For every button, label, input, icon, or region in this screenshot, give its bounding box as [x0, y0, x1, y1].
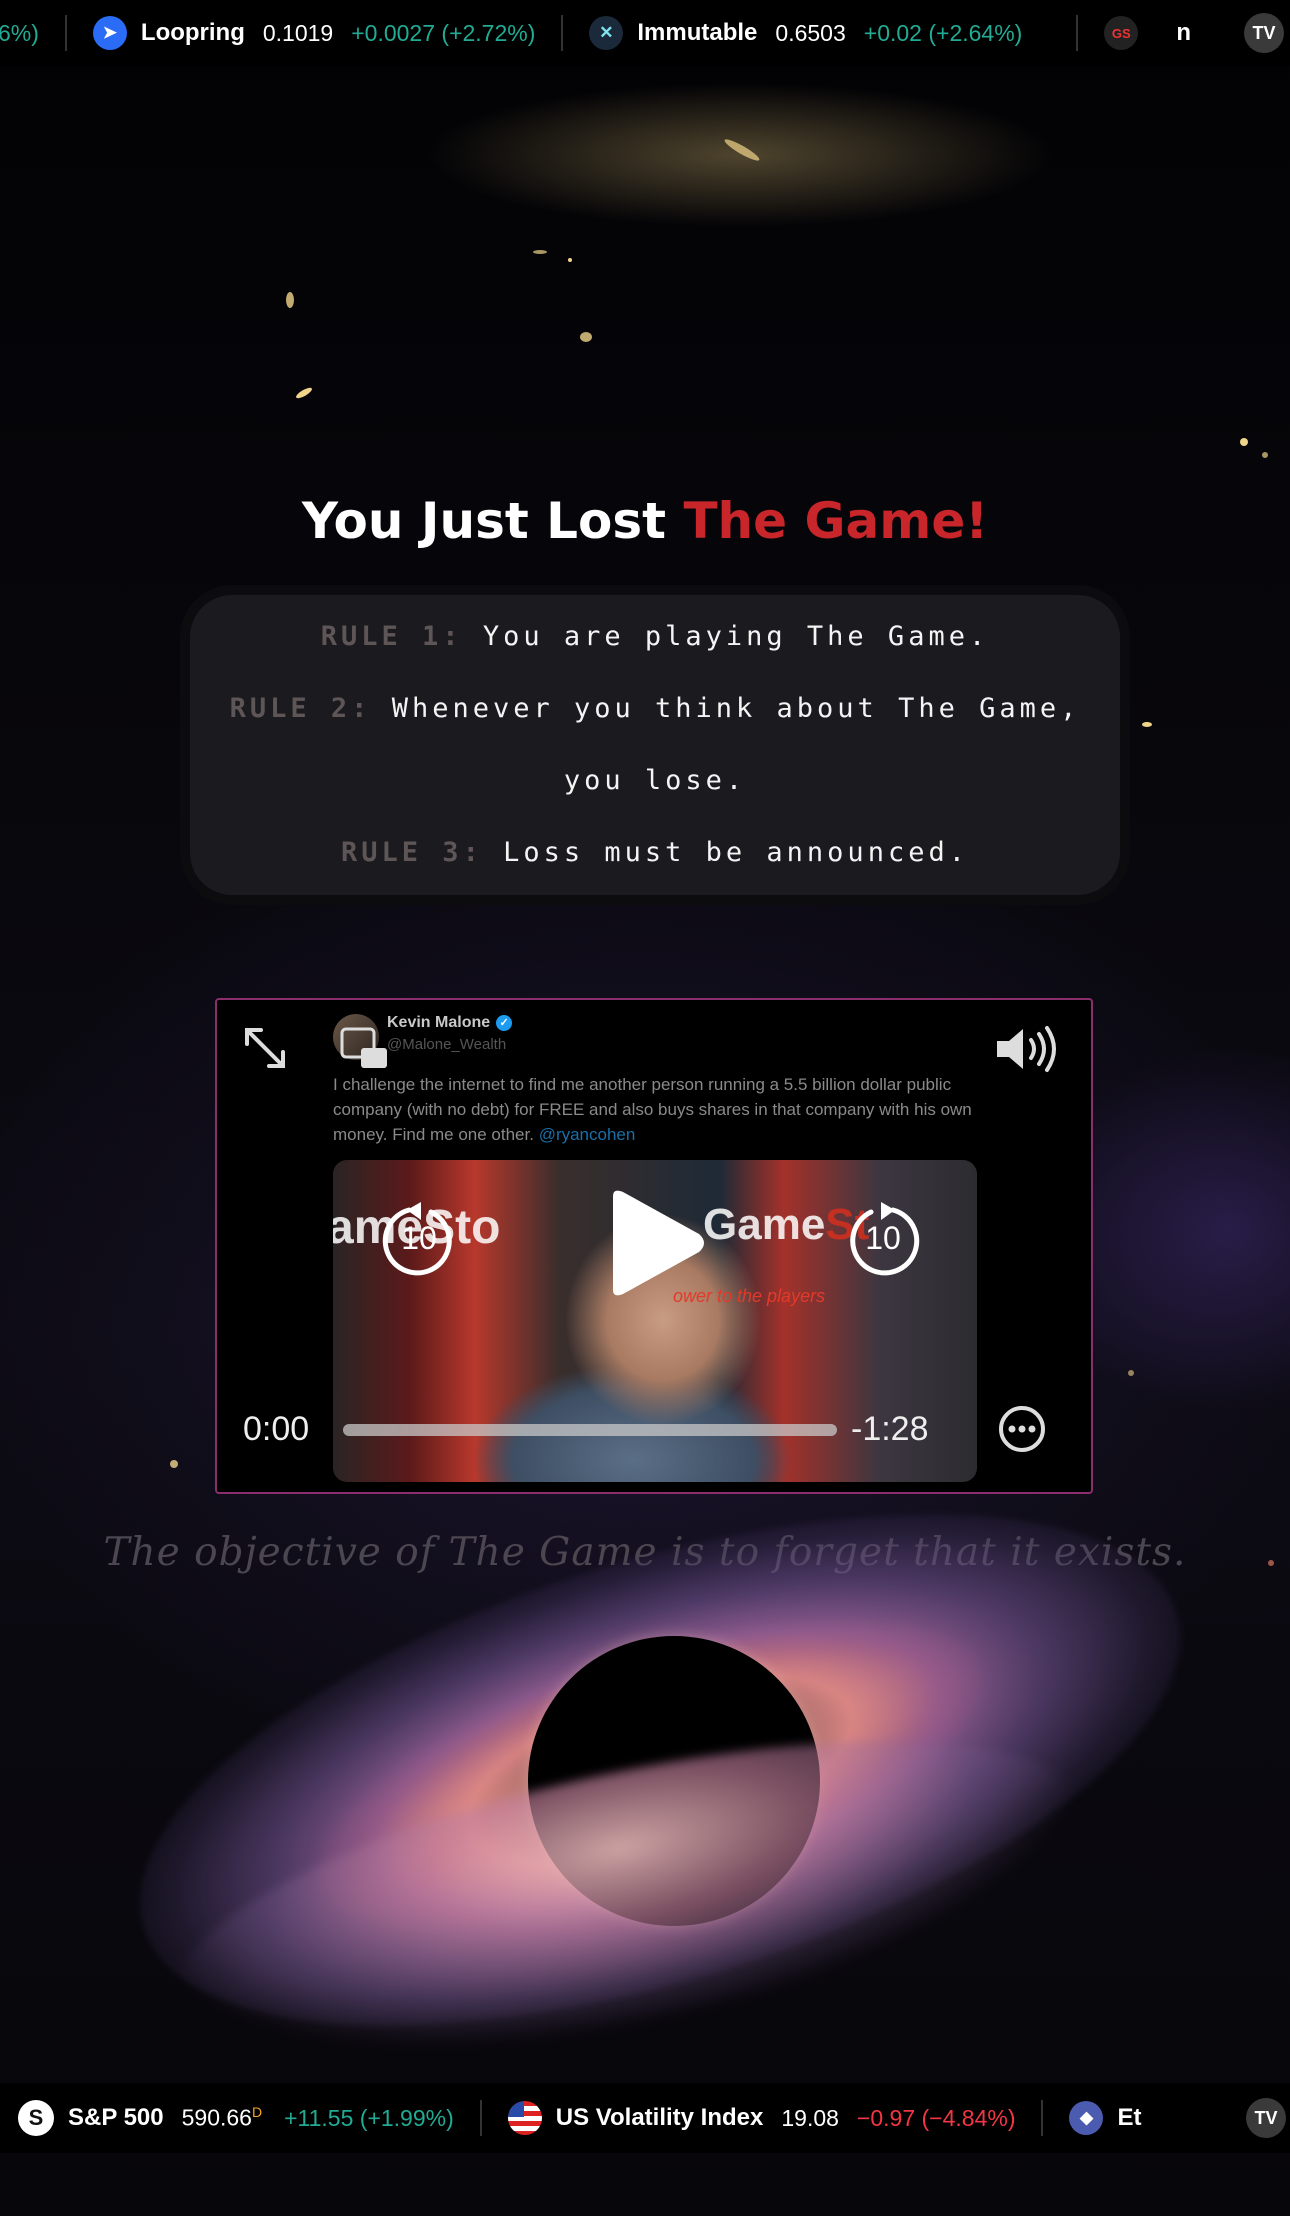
- fullscreen-icon[interactable]: [241, 1024, 289, 1072]
- rule-text: Whenever you think about The Game, you l…: [391, 693, 1081, 796]
- rule-text: You are playing The Game.: [482, 621, 990, 652]
- store-sign-right-main: Game: [703, 1200, 826, 1249]
- rule-label: RULE 3:: [341, 837, 483, 868]
- ticker-price: 0.1019: [262, 19, 334, 46]
- star: [1142, 722, 1152, 727]
- ticker-change: −0.97 (−4.84%): [856, 2104, 1016, 2131]
- tweet-author-name: Kevin Malone: [387, 1014, 491, 1031]
- title-prefix: You Just Lost: [301, 492, 684, 550]
- star: [568, 258, 572, 262]
- volume-icon[interactable]: [993, 1024, 1063, 1074]
- tradingview-badge[interactable]: TV: [1244, 13, 1284, 53]
- ticker-item-sp500[interactable]: S S&P 500 590.66D +11.55 (+1.99%): [18, 2083, 454, 2153]
- video-player[interactable]: Kevin Malone ✓ @Malone_Wealth I challenge…: [215, 998, 1093, 1494]
- ticker-divider: [479, 2100, 482, 2136]
- ticker-divider: [1041, 2100, 1044, 2136]
- gamestop-icon: GS: [1104, 16, 1139, 50]
- tweet-author: Kevin Malone ✓: [387, 1014, 513, 1032]
- ticker-name: Immutable: [637, 19, 758, 46]
- ticker-name: S&P 500: [68, 2104, 164, 2131]
- star: [533, 250, 547, 254]
- sp500-icon: S: [18, 2100, 54, 2136]
- ticker-name: Loopring: [140, 19, 245, 46]
- rule-text: Loss must be announced.: [503, 837, 969, 868]
- rules-box: RULE 1: You are playing The Game. RULE 2…: [190, 595, 1120, 895]
- star: [170, 1460, 178, 1468]
- skip-back-label: 10: [401, 1220, 437, 1256]
- ticker-divider: [64, 15, 67, 51]
- ticker-price: 0.6503: [775, 19, 846, 46]
- ethereum-icon: ◆: [1069, 2101, 1104, 2135]
- rule-3: RULE 3: Loss must be announced.: [341, 817, 969, 889]
- rule-2: RULE 2: Whenever you think about The Gam…: [205, 673, 1105, 817]
- skip-forward-button[interactable]: 10: [843, 1198, 923, 1278]
- verified-icon: ✓: [496, 1014, 513, 1031]
- more-options-icon[interactable]: [997, 1404, 1047, 1454]
- star: [1262, 452, 1268, 458]
- current-time: 0:00: [243, 1410, 310, 1448]
- rule-label: RULE 1:: [320, 621, 463, 652]
- ticker-name-fragment: Et: [1117, 2104, 1142, 2131]
- ticker-divider: [561, 15, 564, 51]
- ticker-item-immutable[interactable]: ✕ Immutable 0.6503 +0.02 (+2.64%): [589, 0, 1022, 66]
- rule-1: RULE 1: You are playing The Game.: [321, 601, 989, 673]
- skip-back-button[interactable]: 10: [379, 1198, 459, 1278]
- play-icon[interactable]: [599, 1188, 709, 1298]
- title-accent: The Game!: [683, 492, 989, 550]
- ticker-name-fragment: n: [1176, 19, 1191, 46]
- ticker-item-loopring[interactable]: ➤ Loopring 0.1019 +0.0027 (+2.72%): [92, 0, 536, 66]
- tweet-mention: @ryancohen: [538, 1125, 636, 1144]
- loopring-icon: ➤: [92, 16, 127, 50]
- ticker-fragment: 6%): [0, 19, 39, 46]
- tweet-body-text: I challenge the internet to find me anot…: [333, 1075, 972, 1144]
- bottom-ticker[interactable]: S S&P 500 590.66D +11.55 (+1.99%) US Vol…: [0, 2083, 1290, 2153]
- rule-label: RULE 2:: [229, 693, 372, 724]
- star: [286, 292, 294, 308]
- ticker-price: 590.66D: [182, 2104, 262, 2132]
- ticker-item-vix[interactable]: US Volatility Index 19.08 −0.97 (−4.84%): [507, 2083, 1016, 2153]
- ticker-change: +0.02 (+2.64%): [863, 19, 1023, 46]
- ticker-divider: [1076, 15, 1079, 51]
- star: [580, 332, 592, 342]
- ticker-change: +11.55 (+1.99%): [284, 2104, 454, 2131]
- us-flag-icon: [507, 2101, 542, 2135]
- ticker-price-suffix: D: [251, 2104, 263, 2121]
- ticker-item-partial[interactable]: GS n: [1104, 0, 1209, 66]
- top-ticker[interactable]: 6%) ➤ Loopring 0.1019 +0.0027 (+2.72%) ✕…: [0, 0, 1290, 66]
- ticker-change: +0.0027 (+2.72%): [351, 19, 536, 46]
- star: [1128, 1370, 1134, 1376]
- ticker-name: US Volatility Index: [555, 2104, 764, 2131]
- tweet-text: I challenge the internet to find me anot…: [333, 1072, 973, 1147]
- ticker-item-partial[interactable]: ◆ Et: [1069, 2083, 1159, 2153]
- page-title: You Just Lost The Game!: [0, 492, 1290, 550]
- skip-forward-label: 10: [865, 1220, 901, 1256]
- progress-bar[interactable]: [343, 1424, 837, 1436]
- tradingview-badge[interactable]: TV: [1246, 2098, 1286, 2138]
- ticker-price: 19.08: [781, 2104, 839, 2131]
- immutable-icon: ✕: [589, 16, 624, 50]
- tweet-handle: @Malone_Wealth: [387, 1036, 507, 1053]
- remaining-time: -1:28: [851, 1410, 929, 1448]
- star: [1240, 438, 1248, 446]
- picture-in-picture-icon[interactable]: [339, 1026, 391, 1072]
- ticker-price-value: 590.66: [181, 2104, 252, 2131]
